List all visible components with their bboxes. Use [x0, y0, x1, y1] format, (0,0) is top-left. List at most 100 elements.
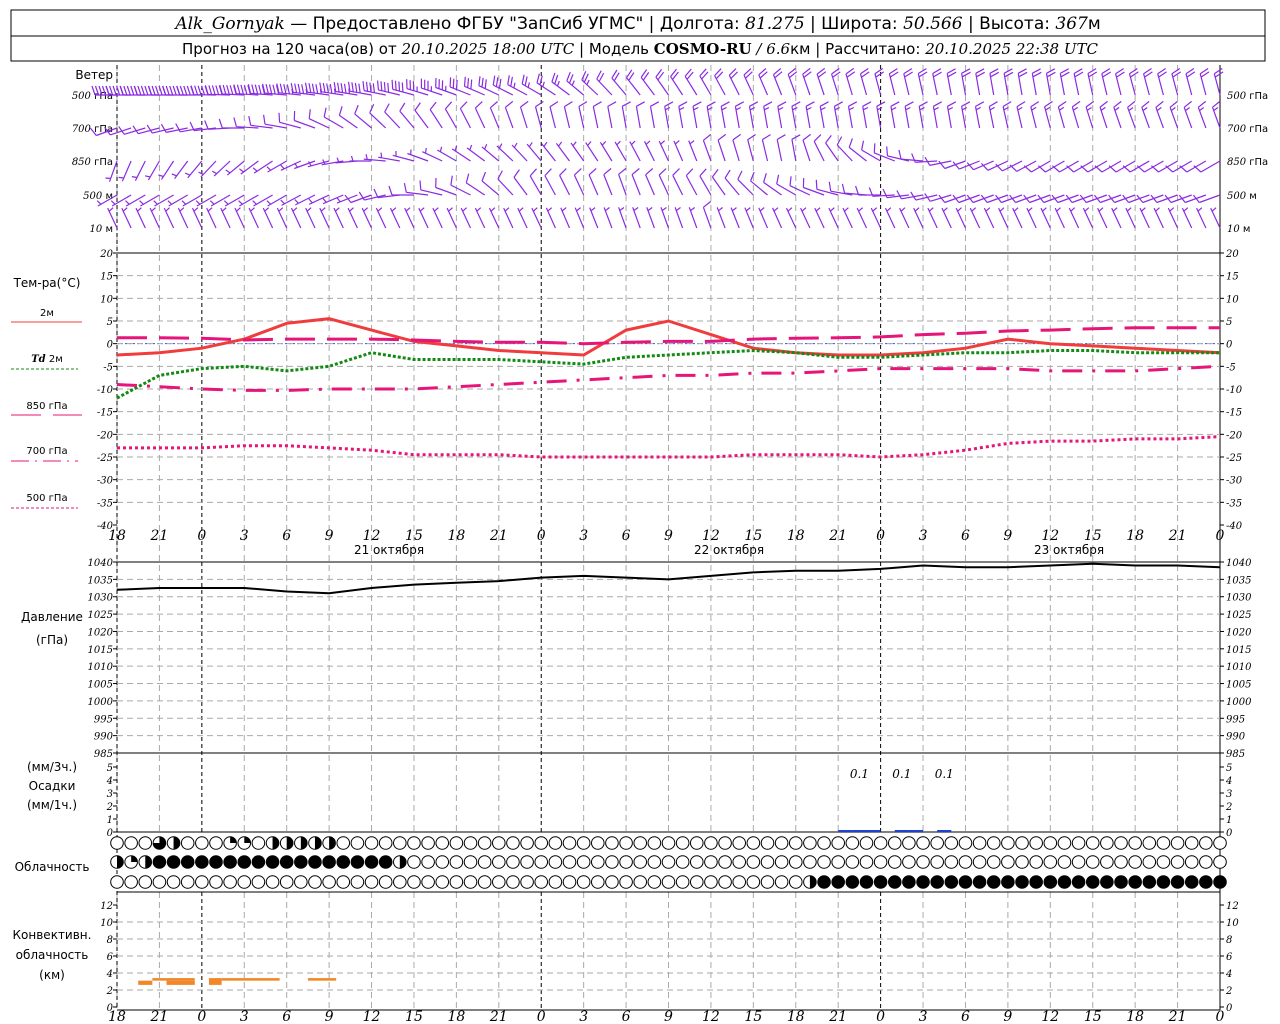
wind-barb-icon: [629, 140, 641, 162]
cloud-circle: [1213, 836, 1227, 850]
cloud-circle: [336, 875, 351, 889]
wind-barb-icon: [1012, 207, 1023, 229]
cloud-circle: [265, 855, 280, 869]
cloud-cover-upper-icon: [421, 836, 435, 850]
cloud-circle: [873, 836, 888, 850]
cloud-cover-middle-icon: [887, 855, 902, 869]
wind-barb-icon: [517, 207, 528, 229]
wind-barb-icon: [1185, 67, 1196, 96]
wind-label: Ветер: [75, 68, 113, 82]
cloud-circle: [534, 836, 549, 850]
date-label-21: 21 октября: [354, 543, 424, 557]
wind-barb-icon: [206, 207, 217, 229]
cloud-circle: [887, 836, 902, 850]
cloud-cover-upper-icon: [803, 836, 817, 850]
x-tick-label: 21: [1168, 528, 1187, 544]
wind-barb-icon: [503, 207, 514, 229]
cloud-circle: [110, 875, 124, 889]
precip-1h-label: (мм/1ч.): [27, 798, 77, 812]
wind-barb-icon: [333, 207, 344, 229]
cloud-cover-lower-icon: [873, 875, 888, 889]
cloud-circle: [195, 836, 209, 850]
wind-barb-icon: [1044, 100, 1053, 129]
cloud-circle: [1015, 855, 1029, 869]
cloud-cover-middle-icon: [449, 855, 464, 869]
cloud-circle: [548, 855, 563, 869]
x-tick-label-bottom: 0: [197, 1009, 206, 1024]
altitude-unit: м: [1088, 14, 1101, 34]
cloud-circle: [506, 836, 520, 850]
cloud-cover-middle-icon: [1100, 855, 1114, 869]
cloud-cover-middle-icon: [492, 855, 506, 869]
x-tick-label: 6: [282, 528, 291, 544]
level-unit: м: [1240, 224, 1251, 235]
cloud-circle: [803, 836, 817, 850]
wind-barb-icon: [418, 207, 429, 229]
wind-barb-icon: [204, 85, 231, 96]
wind-barb-icon: [361, 207, 373, 229]
wind-barb-icon: [841, 183, 867, 196]
cloud-circle: [1029, 836, 1043, 850]
cloud-circle: [746, 875, 761, 889]
cloud-quarter: [230, 836, 237, 843]
wind-barb-icon: [1101, 68, 1112, 96]
cloud-cover-lower-icon: [195, 875, 209, 889]
altitude-label: | Высота:: [968, 14, 1050, 34]
wind-barb-icon: [614, 140, 627, 162]
wind-barb-icon: [744, 207, 754, 229]
cloud-circle: [1015, 836, 1029, 850]
cloud-circle: [110, 836, 124, 850]
y-tick-label-right: 8: [1226, 935, 1232, 946]
wind-barb-icon: [802, 177, 825, 196]
cloud-cover-upper-icon: [294, 836, 308, 850]
wind-barb-icon: [1097, 207, 1108, 229]
cloud-circle: [718, 836, 732, 850]
wind-barb-icon: [276, 207, 288, 229]
x-tick-label: 21: [828, 528, 847, 544]
cloud-circle: [788, 855, 803, 869]
cloud-cover-lower-icon: [774, 875, 789, 889]
cloud-cover-upper-icon: [1114, 836, 1128, 850]
x-tick-label: 9: [1003, 528, 1012, 544]
wind-barb-icon: [941, 207, 952, 229]
y-tick-label-right: -5: [1226, 362, 1236, 373]
wind-barb-icon: [1122, 160, 1150, 173]
cloud-circle: [859, 875, 874, 889]
wind-barb-icon: [813, 134, 825, 162]
wind-barb-icon: [861, 140, 881, 162]
cloud-cover-lower-icon: [393, 875, 407, 889]
wind-barb-icon: [1192, 194, 1221, 204]
wind-barb-icon: [481, 144, 500, 162]
wind-barb-icon: [513, 169, 528, 196]
cloud-circle: [251, 855, 266, 869]
cloud-cover-middle-icon: [803, 855, 817, 869]
x-tick-label: 18: [447, 528, 465, 544]
wind-level-label-left: 850 гПа: [72, 157, 113, 168]
x-tick-label-bottom: 3: [919, 1009, 928, 1024]
cloud-circle: [1057, 836, 1072, 850]
x-tick-label: 0: [537, 528, 546, 544]
latitude: 50.566: [903, 14, 963, 34]
cloud-cover-upper-icon: [930, 836, 944, 850]
y-tick-label-left: 0: [107, 340, 114, 351]
wind-barb-icon: [422, 147, 443, 162]
cloud-circle: [180, 855, 195, 869]
y-tick-label-left: -35: [97, 498, 113, 509]
wind-barb-icon: [262, 207, 274, 229]
cloud-circle: [944, 875, 959, 889]
cloud-circle: [223, 855, 237, 869]
y-tick-label-right: 12: [1226, 901, 1239, 912]
wind-barb-icon: [220, 207, 231, 229]
convective-cloud-bar: [152, 978, 195, 981]
wind-barb-icon: [995, 160, 1023, 172]
cloud-circle: [576, 855, 591, 869]
x-tick-label-bottom: 6: [961, 1009, 970, 1024]
cloud-circle: [647, 855, 662, 869]
y-tick-label-right: 10: [1226, 918, 1239, 929]
wind-barb-icon: [699, 168, 712, 196]
level-value: 850: [72, 157, 92, 168]
cloud-cover-middle-icon: [562, 855, 577, 869]
cloud-cover-upper-icon: [1128, 836, 1142, 850]
cloud-cover-lower-icon: [1156, 875, 1171, 889]
wind-barb-icon: [1153, 207, 1164, 229]
